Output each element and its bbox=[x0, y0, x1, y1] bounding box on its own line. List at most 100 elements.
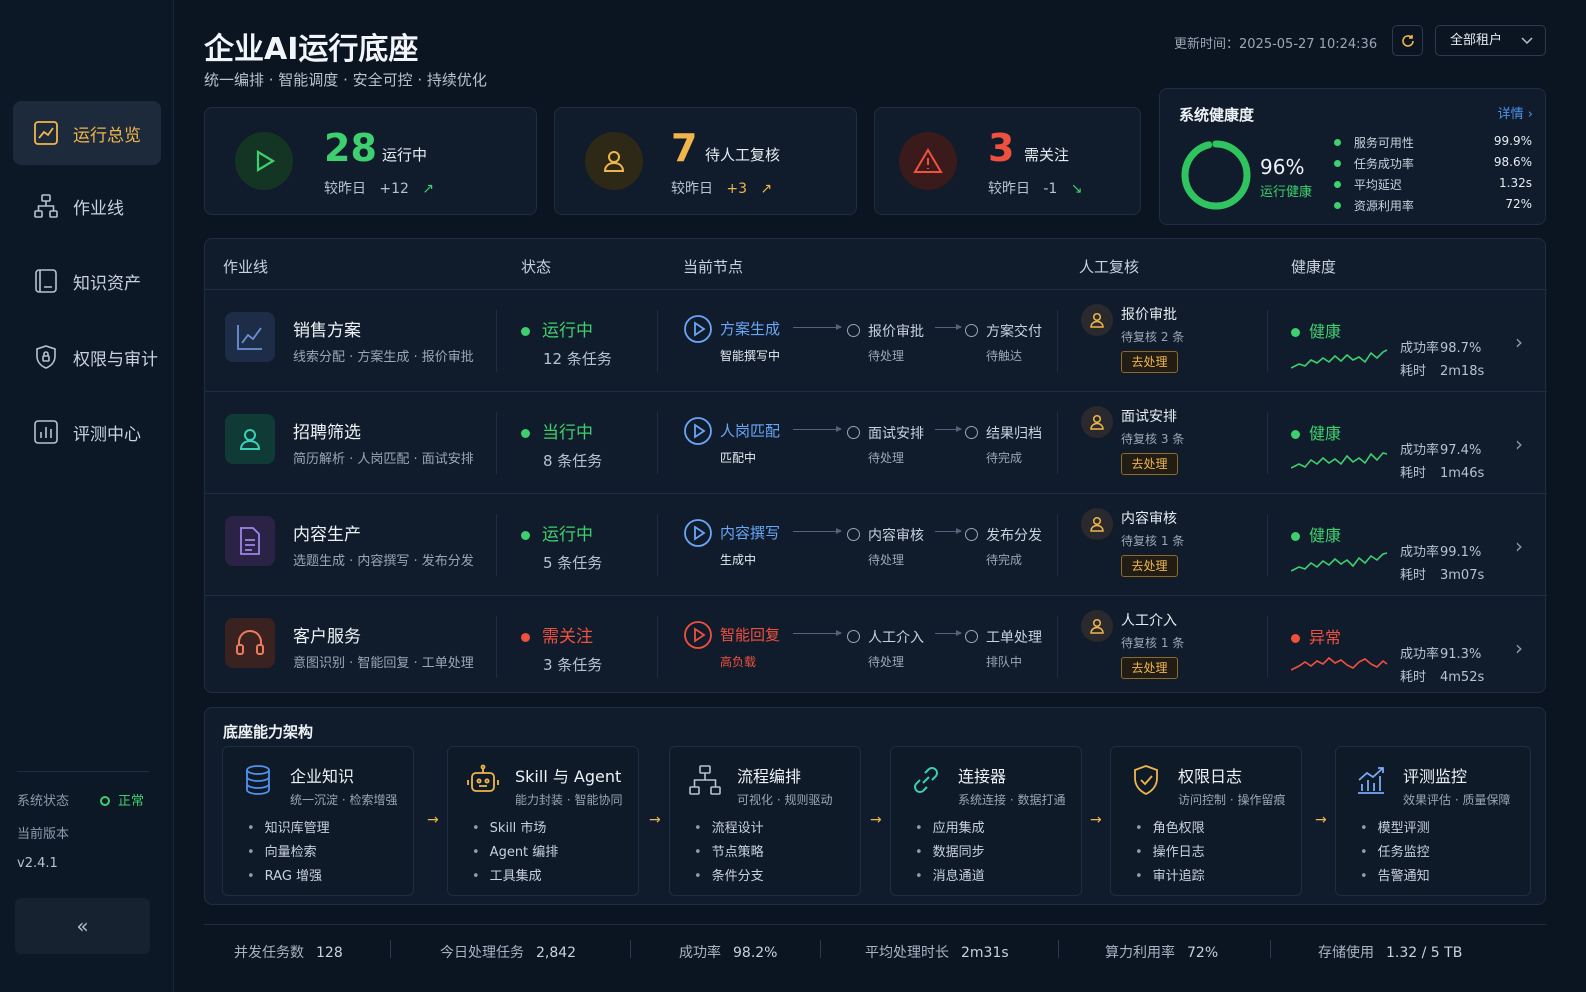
handle-button[interactable]: 去处理 bbox=[1121, 657, 1178, 679]
status-badge: 运行中 bbox=[521, 316, 593, 341]
review-pending-count: 待复核 3 条 bbox=[1121, 432, 1185, 446]
status-dot bbox=[1334, 202, 1341, 209]
workflow-steps: 简历解析 · 人岗匹配 · 面试安排 bbox=[293, 452, 474, 467]
chevron-right-icon[interactable]: › bbox=[1515, 636, 1523, 660]
flow-icon bbox=[688, 763, 722, 797]
play-circle-icon bbox=[684, 417, 712, 445]
capability-subtitle: 访问控制 · 操作留痕 bbox=[1178, 793, 1286, 807]
table-row[interactable]: 销售方案 线索分配 · 方案生成 · 报价审批 运行中 12 条任务 方案生成 … bbox=[205, 289, 1547, 391]
divider bbox=[17, 771, 149, 772]
capability-title: 权限日志 bbox=[1178, 767, 1243, 786]
current-node[interactable]: 内容撰写 生成中 bbox=[683, 518, 780, 567]
sidebar-item-knowledge[interactable]: 知识资产 bbox=[13, 249, 161, 313]
system-status-label: 系统状态 bbox=[17, 794, 70, 809]
duration: 耗时 3m07s bbox=[1400, 568, 1485, 583]
system-health-card: 系统健康度 详情 › 96% 运行健康 服务可用性 99.9% 任务成功率 98… bbox=[1159, 88, 1546, 225]
table-row[interactable]: 招聘筛选 简历解析 · 人岗匹配 · 面试安排 当行中 8 条任务 人岗匹配 匹… bbox=[205, 391, 1547, 493]
capability-card[interactable]: 评测监控 效果评估 · 质量保障 模型评测任务监控告警通知 bbox=[1335, 746, 1531, 896]
node-state: 待处理 bbox=[868, 349, 905, 363]
shield-icon bbox=[36, 345, 56, 369]
divider bbox=[496, 514, 497, 576]
flow-arrow bbox=[935, 630, 962, 636]
divider bbox=[1057, 412, 1058, 474]
flow-arrow bbox=[793, 528, 842, 534]
divider bbox=[657, 616, 658, 678]
sidebar-item-evaluation[interactable]: 评测中心 bbox=[13, 400, 161, 464]
user-icon bbox=[585, 132, 643, 190]
circle-icon bbox=[965, 324, 978, 337]
capability-features: 应用集成数据同步消息通道 bbox=[915, 817, 985, 889]
play-circle-icon bbox=[684, 621, 712, 649]
divider bbox=[630, 940, 631, 958]
node-name: 报价审批 bbox=[868, 324, 924, 340]
workflow-name: 销售方案 bbox=[293, 321, 361, 341]
health-sparkline bbox=[1291, 552, 1388, 572]
chevron-right-icon[interactable]: › bbox=[1515, 432, 1523, 456]
architecture-panel: 底座能力架构 企业知识 统一沉淀 · 检索增强 知识库管理向量检索RAG 增强 … bbox=[204, 707, 1546, 905]
node-name: 方案交付 bbox=[986, 324, 1042, 340]
table-row[interactable]: 内容生产 选题生成 · 内容撰写 · 发布分发 运行中 5 条任务 内容撰写 生… bbox=[205, 493, 1547, 595]
tenant-select[interactable]: 全部租户 bbox=[1435, 25, 1546, 56]
health-title: 系统健康度 bbox=[1179, 106, 1255, 124]
sidebar-item-overview[interactable]: 运行总览 bbox=[13, 101, 161, 165]
stat-label: 待人工复核 bbox=[705, 146, 781, 164]
status-badge: 当行中 bbox=[521, 418, 593, 443]
capability-title: 连接器 bbox=[958, 767, 1007, 786]
stat-card-attention[interactable]: 3 需关注 较昨日 -1 ↘ bbox=[874, 107, 1141, 215]
capability-subtitle: 可视化 · 规则驱动 bbox=[737, 793, 833, 807]
arrow-right-icon: → bbox=[1315, 812, 1327, 828]
success-rate: 成功率97.4% bbox=[1400, 443, 1482, 458]
divider bbox=[1267, 514, 1268, 576]
chevron-right-icon[interactable]: › bbox=[1515, 330, 1523, 354]
health-sparkline bbox=[1291, 656, 1388, 671]
shield-check-icon bbox=[1129, 763, 1163, 797]
stat-value: 7 bbox=[671, 126, 698, 170]
capability-card[interactable]: 权限日志 访问控制 · 操作留痕 角色权限操作日志审计追踪 bbox=[1110, 746, 1302, 896]
health-detail-link[interactable]: 详情 › bbox=[1498, 103, 1533, 122]
capability-title: 评测监控 bbox=[1403, 767, 1468, 786]
health-ring bbox=[1181, 140, 1251, 210]
capability-card[interactable]: Skill 与 Agent 能力封装 · 智能协同 Skill 市场Agent … bbox=[447, 746, 639, 896]
col-header-workflow: 作业线 bbox=[223, 258, 269, 276]
footer-stat: 并发任务数 128 bbox=[234, 945, 343, 961]
capability-card[interactable]: 企业知识 统一沉淀 · 检索增强 知识库管理向量检索RAG 增强 bbox=[222, 746, 414, 896]
list-item: 数据同步 bbox=[915, 841, 985, 865]
current-node[interactable]: 方案生成 智能撰写中 bbox=[683, 314, 780, 363]
stat-card-running[interactable]: 28 运行中 较昨日 +12 ↗ bbox=[204, 107, 537, 215]
node-state: 待完成 bbox=[986, 553, 1023, 567]
circle-icon bbox=[847, 426, 860, 439]
stat-card-review[interactable]: 7 待人工复核 较昨日 +3 ↗ bbox=[554, 107, 857, 215]
current-node[interactable]: 人岗匹配 匹配中 bbox=[683, 416, 780, 465]
divider bbox=[1267, 310, 1268, 372]
capability-card[interactable]: 流程编排 可视化 · 规则驱动 流程设计节点策略条件分支 bbox=[669, 746, 861, 896]
current-node-name: 方案生成 bbox=[720, 320, 781, 338]
capability-card[interactable]: 连接器 系统连接 · 数据打通 应用集成数据同步消息通道 bbox=[890, 746, 1082, 896]
workflow-name: 内容生产 bbox=[293, 525, 361, 545]
health-metric: 资源利用率 72% bbox=[1334, 197, 1532, 214]
health-metric-name: 平均延迟 bbox=[1353, 178, 1402, 192]
list-item: 节点策略 bbox=[694, 841, 764, 865]
chevron-right-icon[interactable]: › bbox=[1515, 534, 1523, 558]
refresh-button[interactable] bbox=[1392, 25, 1423, 56]
health-metric-value: 99.9% bbox=[1493, 134, 1532, 148]
health-metric-value: 1.32s bbox=[1499, 176, 1532, 190]
table-row[interactable]: 客户服务 意图识别 · 智能回复 · 工单处理 需关注 3 条任务 智能回复 高… bbox=[205, 595, 1547, 697]
sidebar-item-workflows[interactable]: 作业线 bbox=[13, 174, 161, 238]
divider bbox=[390, 940, 391, 958]
trend-up-icon: ↗ bbox=[760, 181, 773, 197]
collapse-button[interactable]: « bbox=[15, 898, 150, 954]
current-node[interactable]: 智能回复 高负载 bbox=[683, 620, 780, 669]
play-circle-icon bbox=[684, 315, 712, 343]
handle-button[interactable]: 去处理 bbox=[1121, 351, 1178, 373]
footer-stat: 算力利用率 72% bbox=[1105, 945, 1219, 961]
flow-arrow bbox=[793, 426, 842, 432]
sidebar-item-permissions[interactable]: 权限与审计 bbox=[13, 325, 161, 389]
health-metric: 平均延迟 1.32s bbox=[1334, 176, 1532, 193]
capability-title: 企业知识 bbox=[290, 767, 355, 786]
circle-icon bbox=[965, 630, 978, 643]
col-header-review: 人工复核 bbox=[1079, 258, 1140, 276]
footer-divider bbox=[204, 924, 1546, 925]
handle-button[interactable]: 去处理 bbox=[1121, 555, 1178, 577]
handle-button[interactable]: 去处理 bbox=[1121, 453, 1178, 475]
task-count: 5 条任务 bbox=[543, 554, 603, 572]
